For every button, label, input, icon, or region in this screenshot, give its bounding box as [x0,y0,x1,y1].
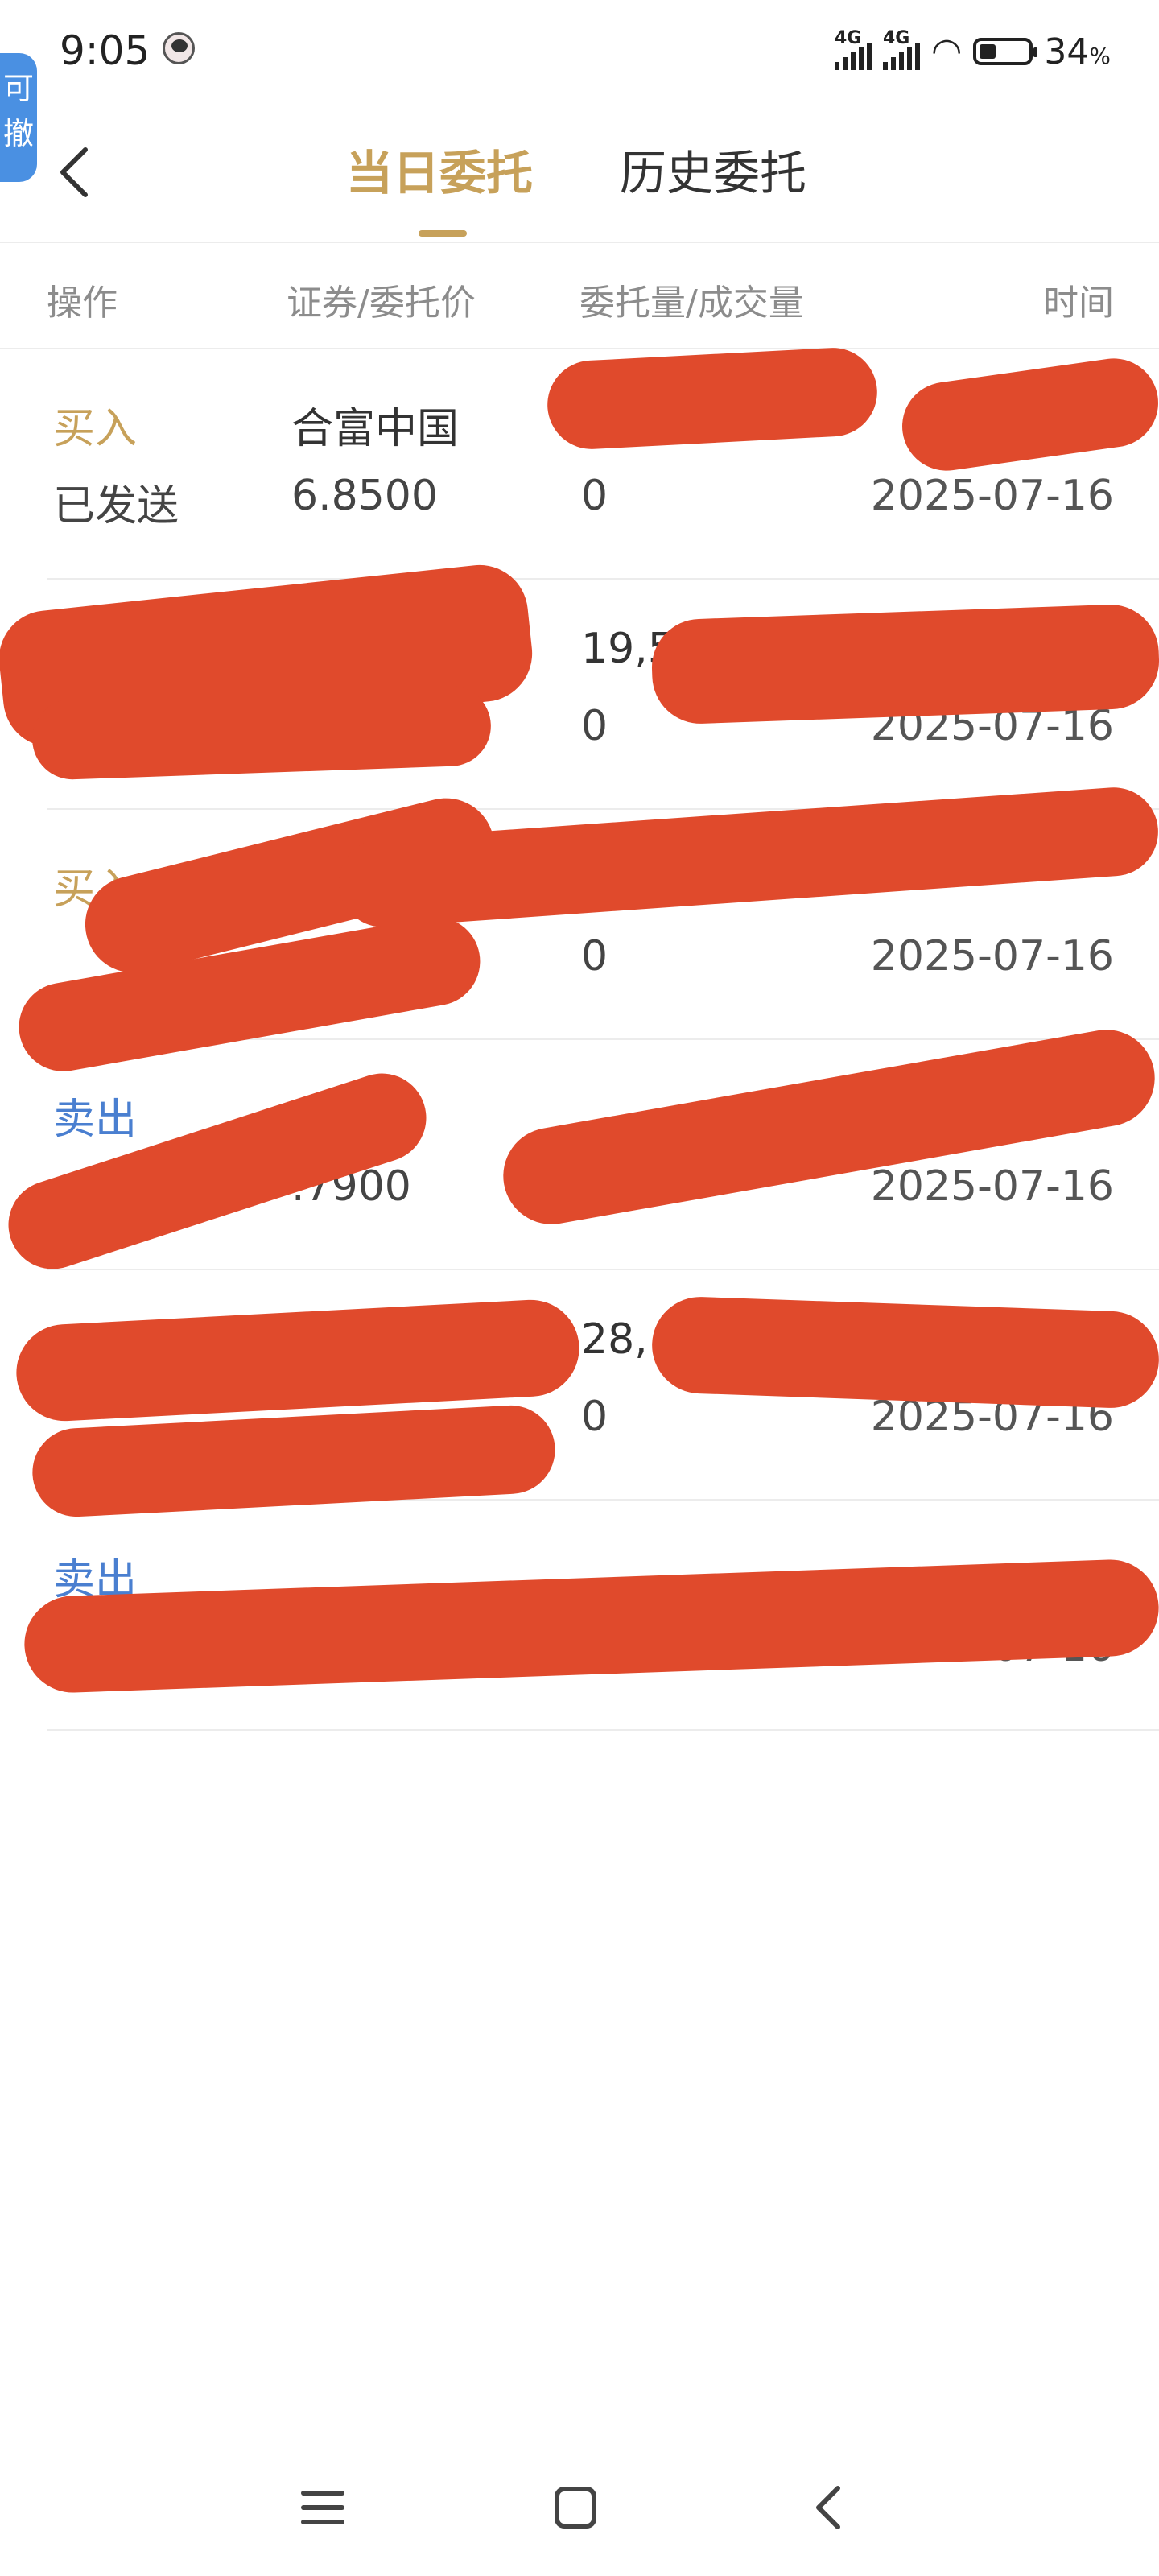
order-quantity: 28, [581,1315,648,1364]
redaction-mark [545,345,880,452]
chevron-left-icon [60,147,88,197]
cancelable-tag[interactable]: 可撤 [0,53,37,182]
filled-quantity: 0 [581,932,608,980]
column-header-time: 时间 [1043,283,1114,324]
order-price: 6.8500 [291,472,438,520]
home-icon [555,2487,596,2529]
top-nav: 当日委托 历史委托 [0,113,1159,243]
system-nav-bar [0,2447,1159,2560]
filled-quantity: 0 [581,472,608,520]
status-bar: 9:05 4G 4G ◠ 34% [0,0,1159,97]
order-date: 2025-07-16 [870,472,1114,520]
redaction-mark [650,1295,1159,1410]
recent-apps-button[interactable] [287,2471,359,2544]
tab-history-orders[interactable]: 历史委托 [620,135,806,203]
battery-icon [973,38,1038,65]
clock: 9:05 [60,27,151,74]
signal-icon: 4G [834,28,872,70]
signal-icon: 4G [882,28,920,70]
order-date: 2025-07-16 [870,1162,1114,1211]
filled-quantity: 0 [581,1393,608,1441]
security-name: 合富中国 [291,405,460,453]
active-tab-indicator [419,230,467,237]
back-icon [816,2486,840,2529]
column-header-security-price: 证券/委托价 [287,283,476,324]
battery-percent: 34% [1044,31,1111,72]
row-divider [47,1729,1159,1731]
filled-quantity: 0 [581,702,608,750]
wifi-icon: ◠ [930,31,963,72]
order-status: 已发送 [53,482,179,530]
column-header-operation: 操作 [47,283,118,324]
home-button[interactable] [539,2471,612,2544]
table-header: 操作 证券/委托价 委托量/成交量 时间 [0,243,1159,349]
menu-icon [301,2491,344,2524]
system-back-button[interactable] [792,2471,864,2544]
redaction-mark [650,603,1159,725]
order-side: 买入 [53,405,138,453]
back-button[interactable] [50,140,98,204]
network-type-1: 4G [834,28,862,48]
tab-today-orders[interactable]: 当日委托 [346,135,533,203]
network-type-2: 4G [882,28,910,48]
redaction-mark [31,684,493,781]
order-date: 2025-07-16 [870,932,1114,980]
order-side: 卖出 [53,1096,138,1144]
status-icons: 4G 4G ◠ 34% [834,27,1111,76]
avatar [163,32,195,64]
column-header-quantity: 委托量/成交量 [580,283,804,324]
